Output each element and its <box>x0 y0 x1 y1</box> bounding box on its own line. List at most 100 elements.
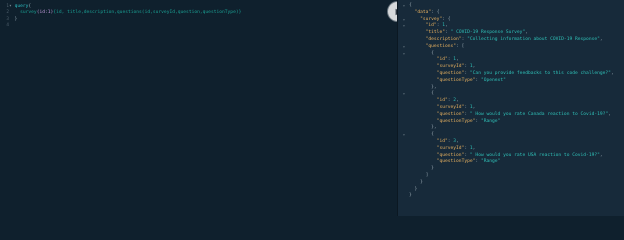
open-brace: { <box>28 4 32 9</box>
json-string: "Range" <box>480 118 501 124</box>
json-punctuation: : { <box>442 16 451 22</box>
json-punctuation <box>409 57 437 62</box>
json-key: "questions" <box>425 43 457 49</box>
result-line: ] <box>409 173 624 180</box>
json-punctuation: : { <box>431 9 440 15</box>
json-punctuation: { <box>409 91 434 97</box>
json-key: "question" <box>436 70 465 76</box>
json-punctuation <box>409 159 437 164</box>
result-line: }, <box>409 85 624 92</box>
result-line: "questionType": "Range" <box>409 159 624 166</box>
result-line: } <box>409 166 624 173</box>
json-punctuation <box>409 78 437 83</box>
json-key: "id" <box>436 98 448 104</box>
json-punctuation: , <box>445 23 448 29</box>
json-string: "Can you provide feedbacks to this code … <box>469 70 611 76</box>
json-punctuation: , <box>610 70 614 76</box>
json-punctuation <box>409 98 437 103</box>
result-line: "id": 3, <box>409 139 624 146</box>
json-key: "id" <box>425 23 437 29</box>
json-punctuation <box>409 23 426 28</box>
json-punctuation: : [ <box>456 43 465 49</box>
json-punctuation: , <box>472 104 476 110</box>
survey-args: (id:1) <box>36 10 54 16</box>
json-punctuation <box>409 146 437 151</box>
json-punctuation: , <box>608 111 611 117</box>
query-keyword: query <box>14 4 29 9</box>
json-punctuation: , <box>599 152 603 158</box>
result-line: "id": 2, <box>409 98 624 105</box>
json-string: "Openext" <box>480 77 506 83</box>
json-punctuation <box>409 119 437 124</box>
json-punctuation <box>409 112 437 117</box>
json-key: "questionType" <box>436 118 476 124</box>
result-pane[interactable]: ▾ ▾ ▾ ▾ ▾ ▾ ▾ { "data": { "survey": { "id": 1,… <box>398 0 624 216</box>
graphiql-app: 1 2 3 4 ▾ query{ survey(id:1){id, title,… <box>0 0 624 216</box>
json-key: "question" <box>436 111 465 117</box>
json-key: "title" <box>425 30 445 36</box>
result-line: }, <box>409 125 624 132</box>
json-key: "id" <box>436 57 448 63</box>
result-line: } <box>409 187 624 194</box>
json-key: "surveyId" <box>436 64 465 70</box>
json-punctuation <box>409 17 420 22</box>
json-punctuation: , <box>456 138 459 144</box>
json-punctuation: , <box>456 98 459 104</box>
result-line: } <box>409 193 624 200</box>
json-punctuation: { <box>409 50 434 56</box>
result-line: "question": "Can you provide feedbacks t… <box>409 71 624 78</box>
json-punctuation <box>409 153 437 158</box>
result-line: "surveyId": 1, <box>409 146 624 153</box>
query-editor[interactable]: 1 2 3 4 ▾ query{ survey(id:1){id, title,… <box>0 0 397 216</box>
json-punctuation <box>409 37 426 42</box>
json-punctuation: , <box>525 30 528 36</box>
json-key: "survey" <box>420 16 443 22</box>
json-key: "questionType" <box>436 77 476 83</box>
json-punctuation <box>409 139 437 144</box>
result-line: "surveyId": 1, <box>409 64 624 71</box>
json-punctuation: }, <box>409 84 437 90</box>
json-string: " How would you rate Canada reaction to … <box>469 111 609 117</box>
result-line: "questionType": "Range" <box>409 119 624 126</box>
query-code[interactable]: ▾ query{ survey(id:1){id, title,descript… <box>9 4 389 29</box>
fold-arrow-icon[interactable]: ▾ <box>9 4 12 9</box>
result-line: { <box>409 132 624 139</box>
result-line: "surveyId": 1, <box>409 105 624 112</box>
json-punctuation: { <box>409 132 434 138</box>
result-line: "title": " COVID-19 Response Survey", <box>409 30 624 37</box>
json-punctuation: } <box>409 166 434 172</box>
json-string: "Range" <box>480 159 501 165</box>
json-key: "id" <box>436 138 448 144</box>
json-key: "questionType" <box>436 159 476 165</box>
json-punctuation: }, <box>409 125 437 131</box>
result-json: { "data": { "survey": { "id": 1, "title"… <box>409 3 624 200</box>
json-string: "Collecting information about COVID-19 R… <box>467 36 600 42</box>
json-punctuation <box>409 30 426 35</box>
json-punctuation <box>409 71 437 76</box>
json-string: " How would you rate USA reaction to Cov… <box>469 152 600 158</box>
result-line: "question": " How would you rate Canada … <box>409 112 624 119</box>
json-punctuation <box>409 64 437 69</box>
json-key: "description" <box>425 36 462 42</box>
result-line: "questions": [ <box>409 44 624 51</box>
json-punctuation: , <box>456 57 459 63</box>
result-line: "questionType": "Openext" <box>409 78 624 85</box>
json-key: "question" <box>436 152 465 158</box>
json-punctuation: { <box>409 3 412 8</box>
json-punctuation: } <box>409 179 423 185</box>
json-key: "surveyId" <box>436 145 465 151</box>
json-string: " COVID-19 Response Survey" <box>450 30 526 36</box>
json-punctuation <box>409 105 437 110</box>
json-punctuation: , <box>472 145 476 151</box>
result-line: "data": { <box>409 10 624 17</box>
json-punctuation <box>409 44 426 49</box>
result-line: { <box>409 3 624 10</box>
json-punctuation: } <box>409 193 412 199</box>
selection-set: {id, title,description,questions(id,surv… <box>53 10 242 16</box>
result-line: } <box>409 180 624 187</box>
json-punctuation: ] <box>409 172 429 178</box>
json-punctuation: } <box>409 186 418 192</box>
json-key: "surveyId" <box>436 104 465 110</box>
close-brace: } <box>14 16 18 22</box>
